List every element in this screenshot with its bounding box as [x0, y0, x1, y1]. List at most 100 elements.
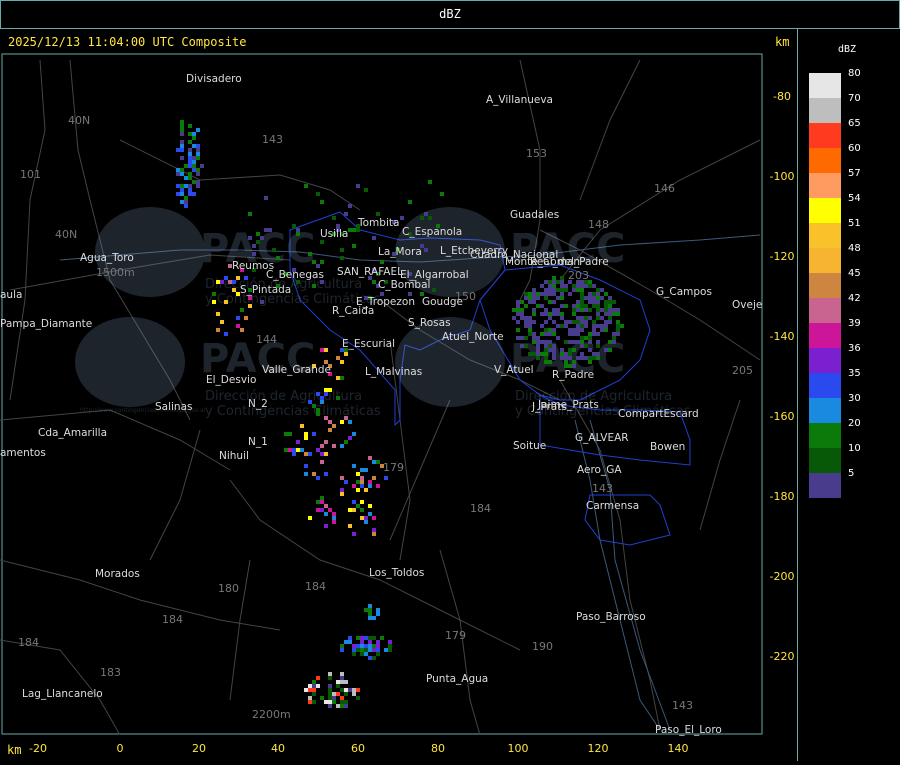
place-label: Valle_Grande — [262, 364, 331, 376]
echo-pixel — [600, 328, 604, 332]
echo-pixel — [540, 292, 544, 296]
echo-pixel — [572, 360, 576, 364]
echo-pixel — [360, 476, 364, 480]
echo-pixel — [356, 644, 360, 648]
echo-pixel — [288, 432, 292, 436]
echo-pixel — [348, 524, 352, 528]
place-label: Jaime_Prats — [537, 399, 599, 411]
echo-pixel — [580, 292, 584, 296]
echo-pixel — [308, 696, 312, 700]
echo-pixel — [376, 612, 380, 616]
place-label: Pampa_Diamante — [0, 318, 92, 330]
echo-pixel — [576, 316, 580, 320]
echo-pixel — [180, 132, 184, 136]
echo-pixel — [296, 232, 300, 236]
echo-pixel — [544, 312, 548, 316]
echo-pixel — [520, 300, 524, 304]
echo-pixel — [584, 324, 588, 328]
echo-pixel — [364, 520, 368, 524]
echo-pixel — [552, 280, 556, 284]
echo-pixel — [536, 352, 540, 356]
echo-pixel — [540, 304, 544, 308]
echo-pixel — [352, 500, 356, 504]
echo-pixel — [572, 340, 576, 344]
echo-pixel — [556, 324, 560, 328]
echo-pixel — [372, 616, 376, 620]
road-number: 143 — [592, 482, 613, 495]
x-tick-label: -20 — [29, 742, 47, 755]
echo-pixel — [340, 672, 344, 676]
echo-pixel — [612, 336, 616, 340]
echo-pixel — [544, 288, 548, 292]
legend-swatch — [809, 223, 841, 248]
echo-pixel — [600, 324, 604, 328]
echo-pixel — [376, 640, 380, 644]
echo-pixel — [432, 288, 436, 292]
echo-pixel — [328, 420, 332, 424]
echo-pixel — [328, 684, 332, 688]
echo-pixel — [372, 460, 376, 464]
echo-pixel — [316, 448, 320, 452]
echo-pixel — [556, 296, 560, 300]
echo-pixel — [180, 200, 184, 204]
place-label: C_Espanola — [402, 226, 462, 238]
echo-pixel — [580, 300, 584, 304]
echo-pixel — [536, 356, 540, 360]
echo-pixel — [568, 332, 572, 336]
place-label: Carmensa — [586, 500, 639, 512]
echo-pixel — [232, 280, 236, 284]
legend-label: 30 — [848, 393, 861, 404]
echo-pixel — [544, 360, 548, 364]
echo-pixel — [548, 312, 552, 316]
echo-pixel — [372, 644, 376, 648]
echo-pixel — [544, 328, 548, 332]
echo-pixel — [184, 200, 188, 204]
echo-pixel — [512, 308, 516, 312]
road-number: 190 — [532, 640, 553, 653]
echo-pixel — [560, 312, 564, 316]
echo-pixel — [548, 288, 552, 292]
place-label: Bowen — [650, 441, 685, 453]
echo-pixel — [520, 336, 524, 340]
echo-pixel — [568, 348, 572, 352]
echo-pixel — [576, 324, 580, 328]
echo-pixel — [304, 436, 308, 440]
echo-pixel — [360, 516, 364, 520]
place-label: aula — [0, 289, 22, 301]
echo-pixel — [372, 656, 376, 660]
legend-swatch — [809, 248, 841, 273]
place-label: amentos — [0, 447, 46, 459]
echo-pixel — [540, 284, 544, 288]
echo-pixel — [320, 452, 324, 456]
echo-pixel — [548, 280, 552, 284]
echo-pixel — [524, 304, 528, 308]
echo-pixel — [592, 352, 596, 356]
echo-pixel — [548, 292, 552, 296]
legend-label: 51 — [848, 218, 861, 229]
echo-pixel — [356, 696, 360, 700]
echo-pixel — [308, 252, 312, 256]
echo-pixel — [616, 324, 620, 328]
place-label: G_Campos — [656, 286, 712, 298]
echo-pixel — [188, 156, 192, 160]
echo-pixel — [324, 416, 328, 420]
echo-pixel — [424, 248, 428, 252]
echo-pixel — [320, 348, 324, 352]
radar-map-panel[interactable]: PACC Dirección de Agricultura y Continge… — [0, 28, 798, 761]
echo-pixel — [276, 256, 280, 260]
echo-pixel — [548, 332, 552, 336]
echo-pixel — [616, 328, 620, 332]
echo-pixel — [376, 460, 380, 464]
echo-pixel — [256, 232, 260, 236]
legend-swatch — [809, 173, 841, 198]
echo-pixel — [596, 308, 600, 312]
echo-pixel — [180, 184, 184, 188]
radar-map[interactable]: PACC Dirección de Agricultura y Continge… — [0, 28, 797, 761]
place-label: C_Benegas — [266, 269, 324, 281]
echo-pixel — [544, 344, 548, 348]
echo-pixel — [596, 340, 600, 344]
echo-pixel — [604, 320, 608, 324]
place-label: Tombita — [357, 217, 399, 229]
echo-pixel — [252, 244, 256, 248]
echo-pixel — [564, 352, 568, 356]
